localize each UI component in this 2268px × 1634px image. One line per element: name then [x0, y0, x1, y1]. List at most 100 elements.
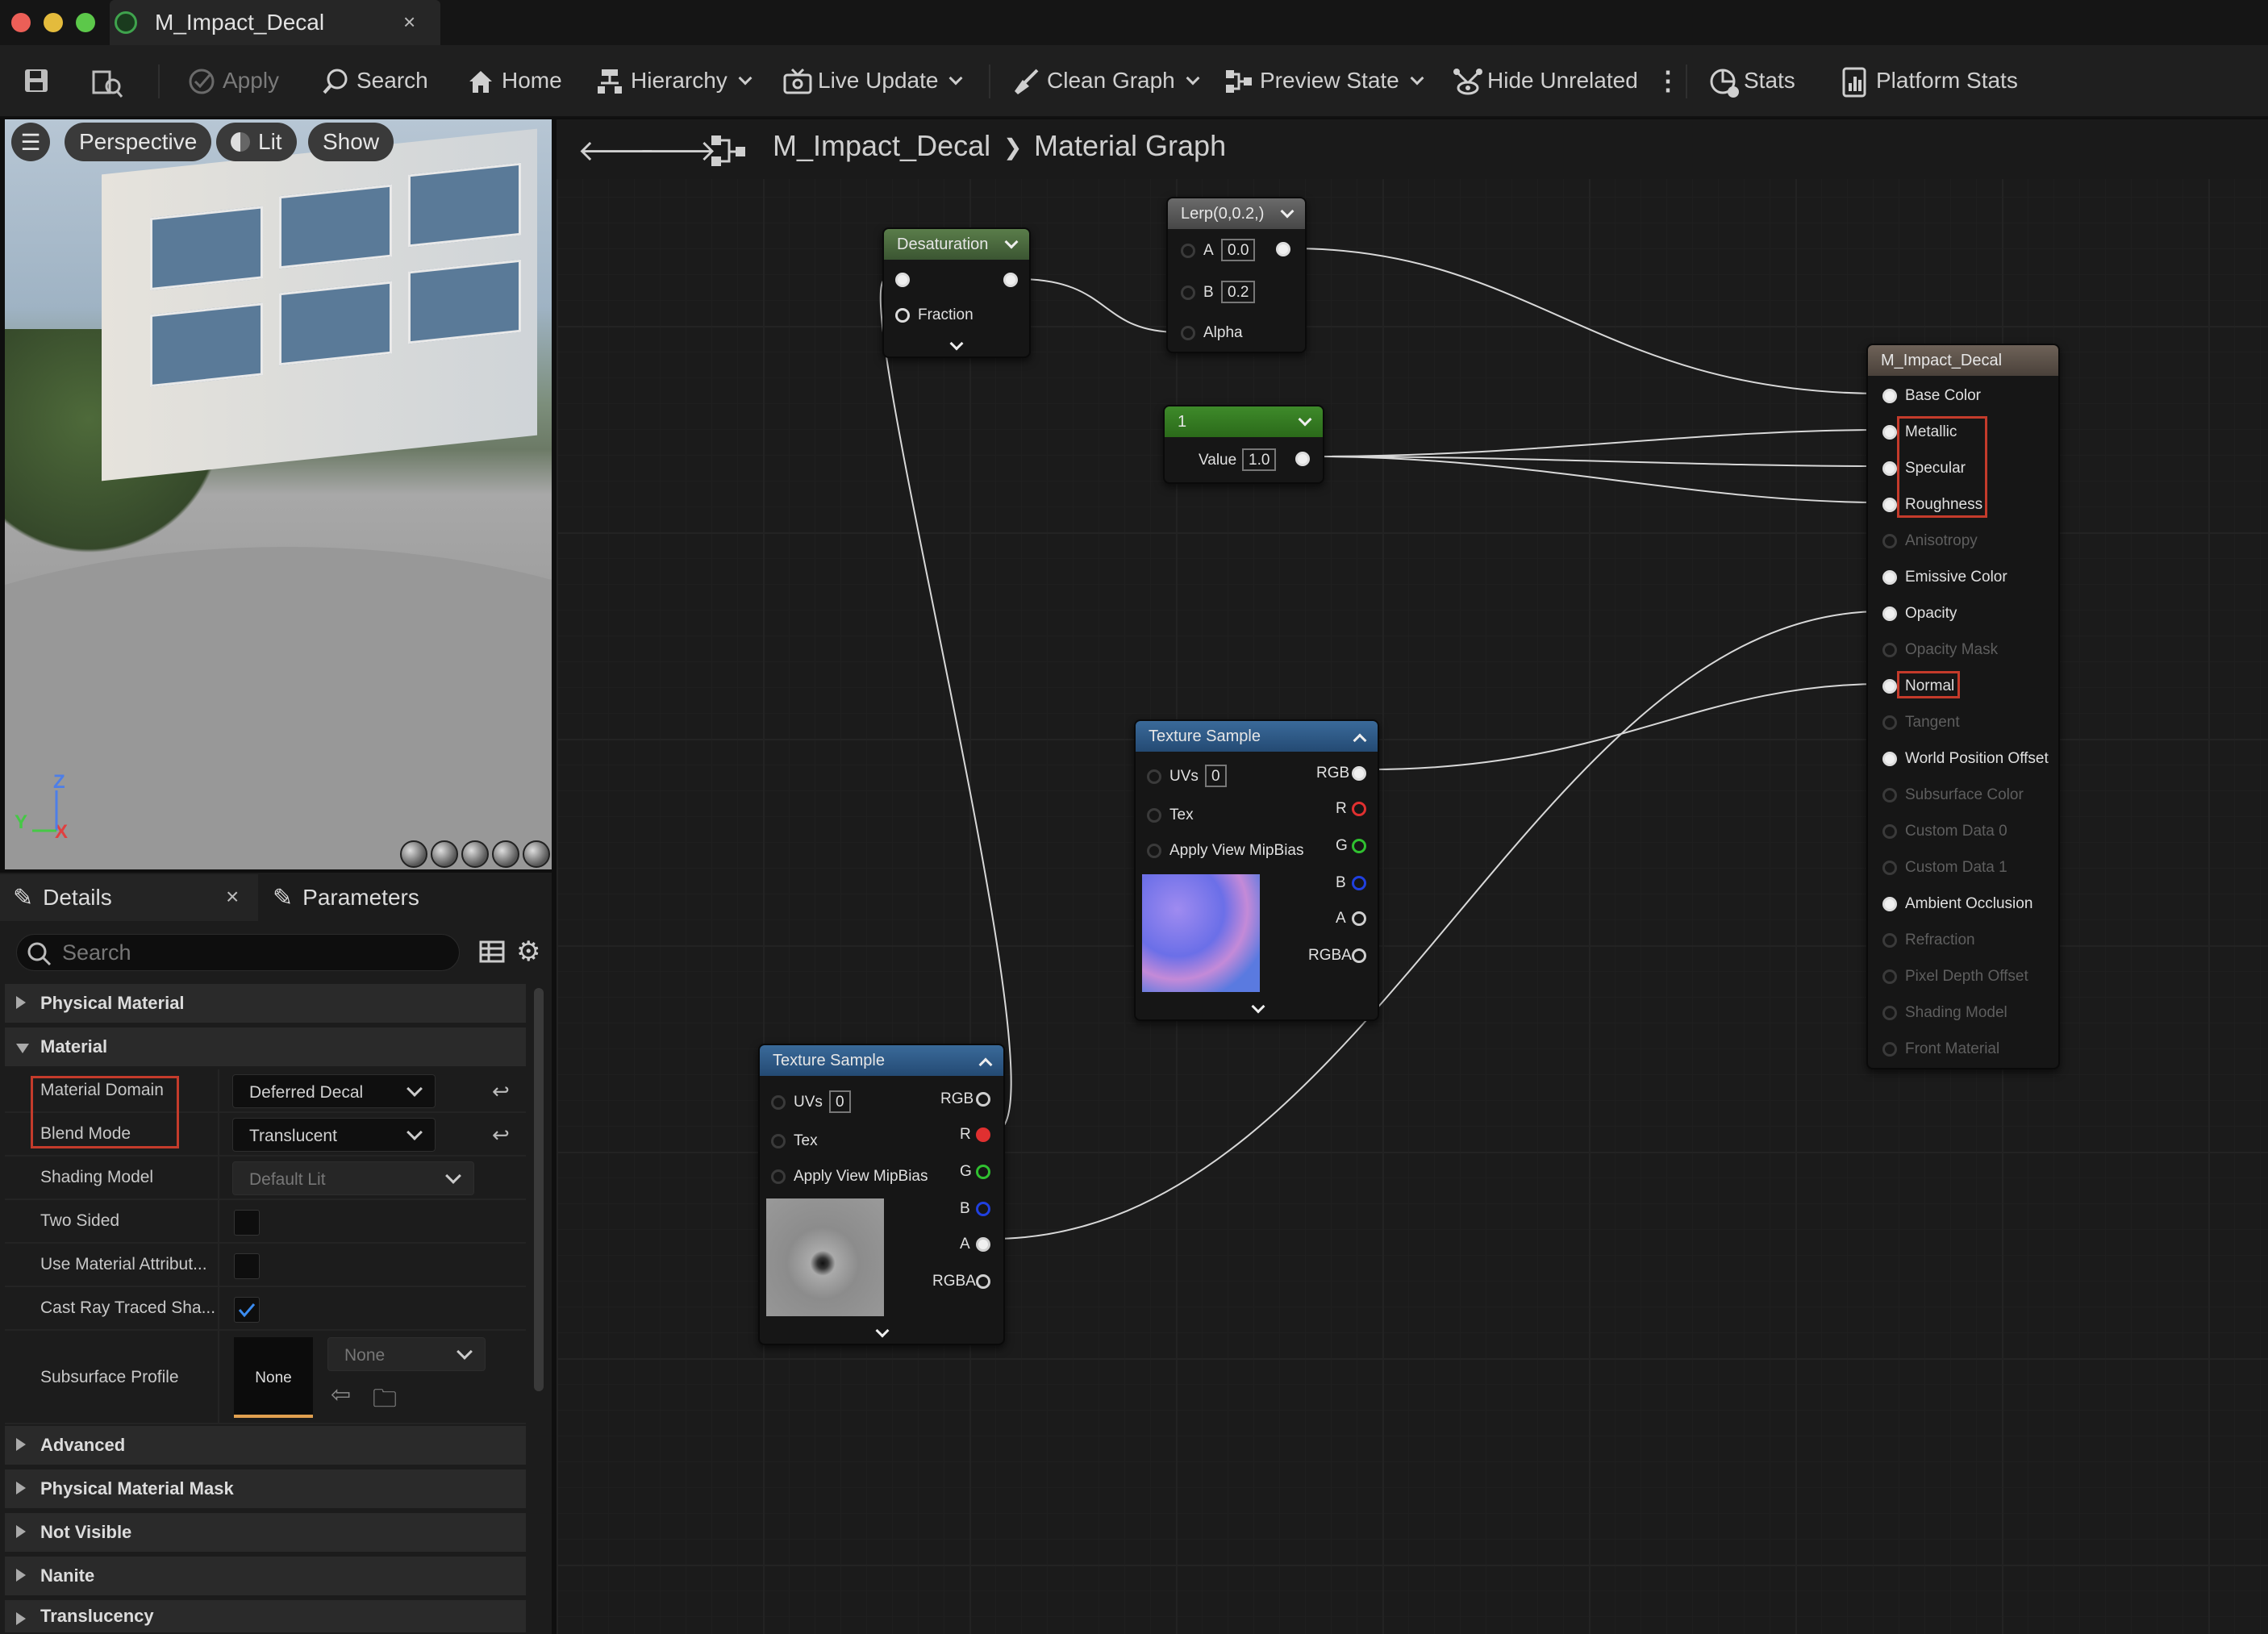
result-input-label: Subsurface Color — [1905, 786, 2024, 803]
b-pin[interactable] — [1181, 286, 1195, 300]
g-output-pin[interactable] — [1352, 839, 1366, 853]
fraction-pin[interactable] — [895, 308, 910, 323]
pin-label: B — [1203, 284, 1214, 301]
r-output-pin[interactable] — [976, 1128, 990, 1142]
result-input-pin[interactable] — [1882, 534, 1897, 548]
normal-map-thumbnail — [1142, 874, 1260, 992]
result-input-pin[interactable] — [1882, 933, 1897, 948]
texture-sample-normal-node[interactable]: Texture Sample UVs 0 Tex Apply View MipB… — [1134, 719, 1379, 1021]
impact-mask-thumbnail — [766, 1198, 884, 1316]
result-input-label: Refraction — [1905, 932, 1975, 948]
pin-label: Apply View MipBias — [794, 1168, 928, 1185]
pin-label: Tex — [794, 1132, 818, 1149]
collapse-node-icon[interactable] — [875, 1323, 890, 1338]
node-title: M_Impact_Decal — [1868, 345, 2058, 376]
a-value-field[interactable]: 0.0 — [1221, 239, 1256, 261]
result-input-pin[interactable] — [1882, 969, 1897, 984]
tex-pin[interactable] — [1147, 808, 1161, 823]
pin-label: A — [1203, 242, 1214, 259]
alpha-pin[interactable] — [1181, 326, 1195, 340]
mipbias-pin[interactable] — [1147, 844, 1161, 858]
result-input-pin[interactable] — [1882, 389, 1897, 403]
tex-pin[interactable] — [771, 1134, 786, 1148]
result-input-label: Custom Data 1 — [1905, 859, 2007, 876]
uvs-value-field[interactable]: 0 — [829, 1090, 851, 1113]
pin-label: Value — [1199, 452, 1237, 469]
pin-label: B — [1336, 874, 1346, 891]
rgba-output-pin[interactable] — [1352, 948, 1366, 963]
result-input-label: Ambient Occlusion — [1905, 895, 2033, 912]
a-pin[interactable] — [1181, 244, 1195, 258]
lerp-node[interactable]: Lerp(0,0.2,) A 0.0 B 0.2 Alpha — [1166, 197, 1307, 353]
result-input-pin[interactable] — [1882, 570, 1897, 585]
b-output-pin[interactable] — [1352, 876, 1366, 890]
result-input-pin[interactable] — [1882, 861, 1897, 875]
output-pin[interactable] — [1276, 242, 1290, 256]
result-input-pin[interactable] — [1882, 752, 1897, 766]
a-output-pin[interactable] — [1352, 911, 1366, 926]
pin-label: A — [1336, 910, 1346, 927]
result-input-pin[interactable] — [1882, 1042, 1897, 1057]
pin-label: RGBA — [932, 1273, 976, 1290]
pin-label: RGB — [1316, 765, 1350, 782]
pin-label: R — [1336, 800, 1347, 817]
result-input-label: Front Material — [1905, 1040, 2000, 1057]
result-input-pin[interactable] — [1882, 715, 1897, 730]
output-pin[interactable] — [1003, 273, 1018, 287]
rgb-output-pin[interactable] — [976, 1092, 990, 1107]
b-output-pin[interactable] — [976, 1202, 990, 1216]
result-input-pin[interactable] — [1882, 425, 1897, 440]
result-input-pin[interactable] — [1882, 897, 1897, 911]
result-input-pin[interactable] — [1882, 679, 1897, 694]
g-output-pin[interactable] — [976, 1165, 990, 1179]
pin-label: G — [1336, 837, 1348, 854]
result-input-pin[interactable] — [1882, 788, 1897, 802]
constant-value-field[interactable]: 1.0 — [1242, 448, 1277, 471]
desaturation-node[interactable]: Desaturation Fraction — [882, 227, 1031, 358]
result-input-label: Opacity — [1905, 605, 1957, 622]
result-input-label: Tangent — [1905, 714, 1960, 731]
mipbias-pin[interactable] — [771, 1169, 786, 1184]
pin-label: RGBA — [1308, 947, 1352, 964]
rgba-output-pin[interactable] — [976, 1274, 990, 1289]
result-input-label: Opacity Mask — [1905, 641, 1999, 658]
collapse-node-icon[interactable] — [1251, 999, 1265, 1014]
result-input-label: Pixel Depth Offset — [1905, 968, 2028, 985]
uvs-pin[interactable] — [771, 1095, 786, 1110]
result-input-label: World Position Offset — [1905, 750, 2049, 767]
pin-label: RGB — [940, 1090, 974, 1107]
texture-sample-mask-node[interactable]: Texture Sample UVs 0 Tex Apply View MipB… — [758, 1044, 1005, 1345]
result-input-pin[interactable] — [1882, 498, 1897, 512]
pin-label: B — [960, 1200, 970, 1217]
pin-label: G — [960, 1163, 972, 1180]
result-input-pin[interactable] — [1882, 461, 1897, 476]
uvs-value-field[interactable]: 0 — [1205, 765, 1227, 787]
pin-label: Fraction — [918, 306, 973, 323]
uvs-pin[interactable] — [1147, 769, 1161, 784]
input-pin[interactable] — [895, 273, 910, 287]
pin-label: UVs — [794, 1094, 823, 1111]
node-title: Texture Sample — [760, 1045, 1003, 1076]
result-input-label: Base Color — [1905, 387, 1981, 404]
a-output-pin[interactable] — [976, 1237, 990, 1252]
r-output-pin[interactable] — [1352, 802, 1366, 816]
result-input-label: Anisotropy — [1905, 532, 1978, 549]
pin-label: Tex — [1169, 807, 1194, 823]
constant-node[interactable]: 1 Value 1.0 — [1163, 405, 1324, 484]
result-input-pin[interactable] — [1882, 1006, 1897, 1020]
expand-node-icon[interactable] — [949, 336, 964, 351]
b-value-field[interactable]: 0.2 — [1221, 281, 1256, 303]
result-input-pin[interactable] — [1882, 824, 1897, 839]
pin-label: Apply View MipBias — [1169, 842, 1304, 859]
pin-label: Alpha — [1203, 324, 1243, 341]
highlight-box-metallic-specular-roughness — [1897, 416, 1987, 518]
node-title: Texture Sample — [1136, 721, 1378, 752]
result-input-label: Shading Model — [1905, 1004, 2007, 1021]
rgb-output-pin[interactable] — [1352, 766, 1366, 781]
result-input-label: Emissive Color — [1905, 569, 2007, 586]
pin-label: UVs — [1169, 768, 1199, 785]
pin-label: A — [960, 1236, 970, 1253]
result-input-pin[interactable] — [1882, 606, 1897, 621]
result-input-pin[interactable] — [1882, 643, 1897, 657]
output-pin[interactable] — [1295, 452, 1310, 466]
